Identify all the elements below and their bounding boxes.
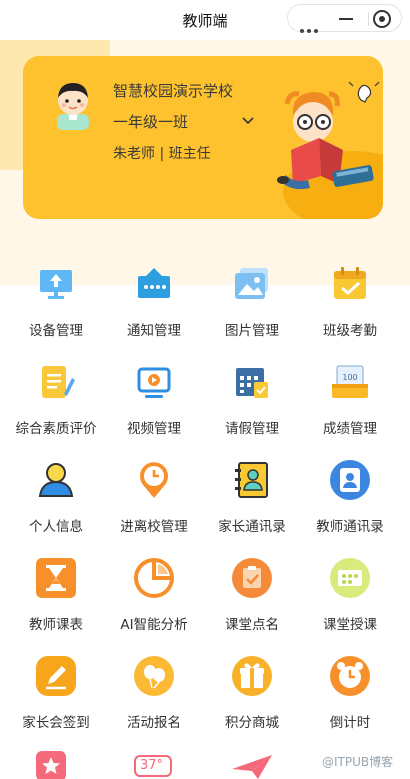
grid-item-activity[interactable]: 活动报名	[104, 654, 204, 731]
device-monitor-icon	[40, 270, 72, 299]
grid-item-label: 家长会签到	[22, 715, 90, 731]
star-icon[interactable]	[34, 749, 68, 779]
alarm-clock-icon	[330, 656, 370, 696]
grid-item-label: 课堂点名	[225, 617, 279, 633]
grid-item-scores[interactable]: 100 成绩管理	[300, 360, 400, 437]
grid-item-notice[interactable]: 通知管理	[104, 262, 204, 339]
grid-item-teacher-contacts[interactable]: 教师通讯录	[300, 458, 400, 535]
balloon-icon	[134, 656, 174, 696]
notice-icon	[138, 268, 170, 298]
grid-item-timetable[interactable]: 教师课表	[6, 556, 106, 633]
grid-item-meeting-signin[interactable]: 家长会签到	[6, 654, 106, 731]
pie-analysis-icon	[134, 558, 174, 598]
grid-item-checkin[interactable]: 进离校管理	[104, 458, 204, 535]
grid-item-label: 综合素质评价	[15, 421, 97, 437]
watermark: @ITPUB博客	[322, 755, 394, 769]
grid-item-label: 倒计时	[329, 715, 371, 731]
svg-text:100: 100	[342, 373, 357, 382]
grid-item-leave[interactable]: 请假管理	[202, 360, 302, 437]
grid-item-label: 设备管理	[29, 323, 83, 339]
more-icon[interactable]	[300, 18, 321, 37]
grid-item-label: 活动报名	[127, 715, 181, 731]
grid-item-label: 进离校管理	[120, 519, 188, 535]
school-name: 智慧校园演示学校	[113, 82, 234, 100]
temperature-label: 37°	[140, 758, 164, 773]
teaching-icon	[330, 558, 370, 598]
nav-bar: 教师端	[0, 0, 410, 38]
grid-item-label: 请假管理	[225, 421, 279, 437]
evaluation-doc-icon	[42, 366, 75, 398]
grid-item-label: 成绩管理	[323, 421, 377, 437]
grid-item-label: 积分商城	[225, 715, 279, 731]
teacher-role: 朱老师 | 班主任	[113, 146, 211, 162]
grid-item-label: 个人信息	[29, 519, 83, 535]
grid-item-device[interactable]: 设备管理	[6, 262, 106, 339]
teacher-avatar	[57, 83, 89, 130]
grid-item-label: 教师通讯录	[316, 519, 384, 535]
grid-item-profile[interactable]: 个人信息	[6, 458, 106, 535]
capsule-divider	[368, 12, 369, 26]
grid-item-label: 视频管理	[127, 421, 181, 437]
grid-item-teaching[interactable]: 课堂授课	[300, 556, 400, 633]
grid-item-label: 家长通讯录	[218, 519, 286, 535]
video-icon	[137, 367, 171, 398]
grid-item-label: 图片管理	[225, 323, 279, 339]
class-selector[interactable]: 一年级一班	[113, 111, 188, 132]
grid-item-countdown[interactable]: 倒计时	[300, 654, 400, 731]
grid-item-label: 通知管理	[127, 323, 181, 339]
attendance-calendar-icon	[334, 267, 366, 299]
hourglass-icon	[36, 558, 76, 598]
grid-item-label: 课堂授课	[323, 617, 377, 633]
grid-item-evaluation[interactable]: 综合素质评价	[6, 360, 106, 437]
close-target-icon[interactable]	[373, 10, 391, 28]
chevron-down-icon[interactable]	[241, 116, 255, 126]
paper-plane-icon[interactable]	[230, 751, 274, 779]
grid-item-pictures[interactable]: 图片管理	[202, 262, 302, 339]
class-info-card: 智慧校园演示学校 一年级一班 朱老师 | 班主任	[23, 56, 383, 219]
grid-item-parent-contacts[interactable]: 家长通讯录	[202, 458, 302, 535]
mini-program-capsule	[287, 4, 402, 33]
reading-boy-illustration	[277, 81, 380, 190]
picture-icon	[235, 268, 268, 299]
grid-item-rollcall[interactable]: 课堂点名	[202, 556, 302, 633]
leave-calendar-icon	[236, 368, 268, 398]
gift-icon	[232, 656, 272, 696]
parent-contacts-icon	[235, 462, 268, 498]
grid-item-attendance[interactable]: 班级考勤	[300, 262, 400, 339]
clock-location-icon	[140, 462, 168, 498]
grid-item-label: 班级考勤	[323, 323, 377, 339]
grid-item-points-mall[interactable]: 积分商城	[202, 654, 302, 731]
signin-pen-icon	[36, 656, 76, 696]
temperature-icon[interactable]: 37°	[134, 755, 172, 777]
grid-item-video[interactable]: 视频管理	[104, 360, 204, 437]
score-icon: 100	[332, 365, 368, 398]
minimize-icon[interactable]	[339, 18, 353, 20]
grid-item-label: 教师课表	[29, 617, 83, 633]
teacher-contacts-icon	[330, 460, 370, 500]
rollcall-icon	[232, 558, 272, 598]
grid-item-label: AI智能分析	[120, 617, 188, 633]
grid-item-ai-analysis[interactable]: AI智能分析	[104, 556, 204, 633]
person-icon	[38, 463, 74, 497]
